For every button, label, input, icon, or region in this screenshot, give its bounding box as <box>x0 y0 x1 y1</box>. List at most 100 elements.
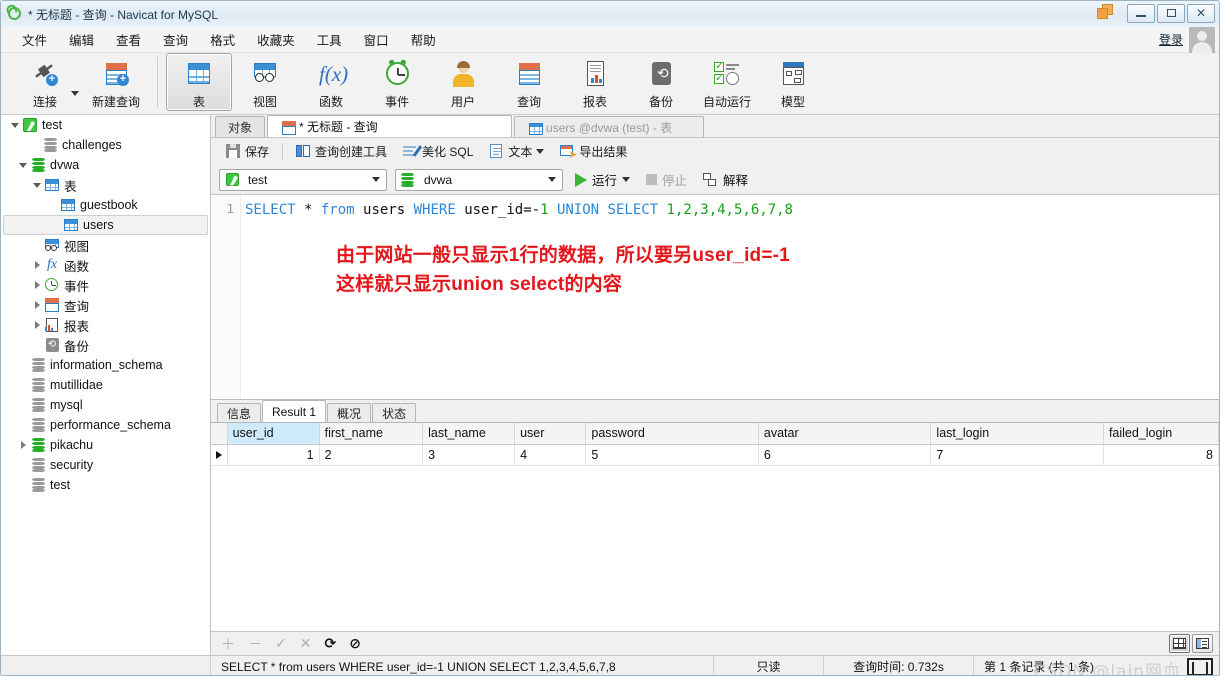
sidebar-item-mysql[interactable]: mysql <box>1 395 210 415</box>
plus-icon[interactable]: ＋ <box>221 634 235 654</box>
menu-item-edit[interactable]: 编辑 <box>58 27 105 52</box>
twisty-open-icon[interactable] <box>31 182 43 188</box>
cell-user-id[interactable]: 1 <box>227 444 320 466</box>
tab-untitled-query[interactable]: * 无标题 - 查询 <box>267 115 513 137</box>
minus-icon[interactable]: － <box>248 634 262 654</box>
sidebar-item-guestbook[interactable]: guestbook <box>1 195 210 215</box>
close-icon[interactable]: ✕ <box>1187 3 1215 23</box>
toolbar-button-table[interactable]: 表 <box>166 53 232 111</box>
cell-password[interactable]: 5 <box>585 444 759 466</box>
twisty-closed-icon[interactable] <box>31 301 43 309</box>
chevron-down-icon[interactable] <box>536 149 545 154</box>
toolbar-button-view[interactable]: 视图 <box>232 53 298 111</box>
chevron-down-icon[interactable] <box>372 177 380 182</box>
connection-select[interactable]: test <box>219 168 387 191</box>
toolbar-button-function[interactable]: f(x) 函数 <box>298 53 364 111</box>
column-header-first-name[interactable]: first_name <box>319 423 424 445</box>
sidebar-item-challenges[interactable]: challenges <box>1 135 210 155</box>
twisty-closed-icon[interactable] <box>31 321 43 329</box>
export-results-button[interactable]: ➤ 导出结果 <box>553 139 634 164</box>
sidebar-item-mutillidae[interactable]: mutillidae <box>1 375 210 395</box>
text-mode-button[interactable]: 文本 <box>482 139 551 164</box>
tab-profile[interactable]: 概况 <box>327 403 372 422</box>
toolbar-button-event[interactable]: 事件 <box>364 53 430 111</box>
refresh-icon[interactable]: ⟳ <box>324 635 336 652</box>
stop-button[interactable]: 停止 <box>642 168 691 191</box>
column-header-failed-login[interactable]: failed_login <box>1103 423 1219 445</box>
toolbar-button-backup[interactable]: ⟲ 备份 <box>628 53 694 111</box>
save-button[interactable]: 保存 <box>219 139 276 164</box>
twisty-closed-icon[interactable] <box>31 281 43 289</box>
query-builder-button[interactable]: 查询创建工具 <box>289 139 394 164</box>
sidebar-item-test-connection[interactable]: test <box>1 115 210 135</box>
menu-item-query[interactable]: 查询 <box>152 27 199 52</box>
toolbar-button-model[interactable]: 模型 <box>760 53 826 111</box>
sidebar-item-tables[interactable]: 表 <box>1 175 210 195</box>
tab-objects[interactable]: 对象 <box>215 116 266 137</box>
column-header-last-login[interactable]: last_login <box>930 423 1104 445</box>
beautify-sql-button[interactable]: 美化 SQL <box>396 139 480 164</box>
chevron-down-icon[interactable] <box>622 177 631 182</box>
user-avatar-icon[interactable] <box>1189 26 1215 53</box>
twisty-closed-icon[interactable] <box>31 261 43 269</box>
cell-avatar[interactable]: 6 <box>758 444 932 466</box>
grid-view-icon[interactable] <box>1169 634 1190 653</box>
column-header-avatar[interactable]: avatar <box>758 423 932 445</box>
sidebar-item-test-database[interactable]: test <box>1 475 210 495</box>
toolbar-button-query[interactable]: 查询 <box>496 53 562 111</box>
twisty-closed-icon[interactable] <box>17 441 29 449</box>
twisty-open-icon[interactable] <box>17 162 29 168</box>
maximize-icon[interactable] <box>1157 3 1185 23</box>
tab-result-1[interactable]: Result 1 <box>262 400 327 422</box>
cell-first-name[interactable]: 2 <box>319 444 424 466</box>
cell-last-login[interactable]: 7 <box>930 444 1104 466</box>
sidebar-item-functions[interactable]: fx 函数 <box>1 255 210 275</box>
sidebar-item-performance-schema[interactable]: performance_schema <box>1 415 210 435</box>
tab-status[interactable]: 状态 <box>372 403 417 422</box>
explain-button[interactable]: 解释 <box>699 168 752 191</box>
database-select[interactable]: dvwa <box>395 168 563 191</box>
toolbar-button-automation[interactable]: 自动运行 <box>694 53 760 111</box>
menu-item-help[interactable]: 帮助 <box>400 27 447 52</box>
sidebar-item-queries[interactable]: 查询 <box>1 295 210 315</box>
column-header-password[interactable]: password <box>585 423 759 445</box>
sidebar-item-information-schema[interactable]: information_schema <box>1 355 210 375</box>
cell-user[interactable]: 4 <box>514 444 587 466</box>
cell-failed-login[interactable]: 8 <box>1103 444 1219 466</box>
tab-info[interactable]: 信息 <box>217 403 262 422</box>
sidebar-item-events[interactable]: 事件 <box>1 275 210 295</box>
menu-item-tools[interactable]: 工具 <box>306 27 353 52</box>
sidebar-item-users[interactable]: users <box>3 215 208 235</box>
sql-code[interactable]: SELECT * from users WHERE user_id=-1 UNI… <box>245 195 1219 221</box>
menu-item-file[interactable]: 文件 <box>11 27 58 52</box>
database-tree-sidebar[interactable]: test challenges dvwa 表 guestbook users 视… <box>1 115 211 655</box>
menu-item-window[interactable]: 窗口 <box>353 27 400 52</box>
cell-last-name[interactable]: 3 <box>422 444 516 466</box>
twisty-open-icon[interactable] <box>9 122 21 128</box>
menu-item-format[interactable]: 格式 <box>199 27 246 52</box>
sidebar-item-reports[interactable]: 报表 <box>1 315 210 335</box>
sidebar-item-security[interactable]: security <box>1 455 210 475</box>
menu-item-favorites[interactable]: 收藏夹 <box>246 27 306 52</box>
sidebar-item-views[interactable]: 视图 <box>1 235 210 255</box>
no-entry-icon[interactable]: ⊘ <box>349 635 361 652</box>
column-header-user-id[interactable]: user_id <box>227 423 320 445</box>
toolbar-button-user[interactable]: 用户 <box>430 53 496 111</box>
toolbar-button-connection[interactable]: + 连接 <box>17 53 73 111</box>
login-link[interactable]: 登录 <box>1159 31 1183 48</box>
sidebar-item-pikachu[interactable]: pikachu <box>1 435 210 455</box>
run-button[interactable]: 运行 <box>571 168 634 191</box>
minimize-icon[interactable] <box>1127 3 1155 23</box>
toolbar-button-report[interactable]: 报表 <box>562 53 628 111</box>
result-grid[interactable]: user_id first_name last_name user passwo… <box>211 422 1219 631</box>
chevron-down-icon[interactable] <box>548 177 556 182</box>
tab-users-table[interactable]: users @dvwa (test) - 表 <box>514 116 705 137</box>
check-icon[interactable]: ✓ <box>275 635 287 652</box>
form-view-icon[interactable] <box>1192 634 1213 653</box>
menu-item-view[interactable]: 查看 <box>105 27 152 52</box>
cross-icon[interactable]: ✕ <box>300 635 312 652</box>
toolbar-button-new-query[interactable]: + 新建查询 <box>83 53 149 111</box>
column-header-user[interactable]: user <box>514 423 587 445</box>
column-header-last-name[interactable]: last_name <box>422 423 516 445</box>
sidebar-item-backups[interactable]: ⟲ 备份 <box>1 335 210 355</box>
